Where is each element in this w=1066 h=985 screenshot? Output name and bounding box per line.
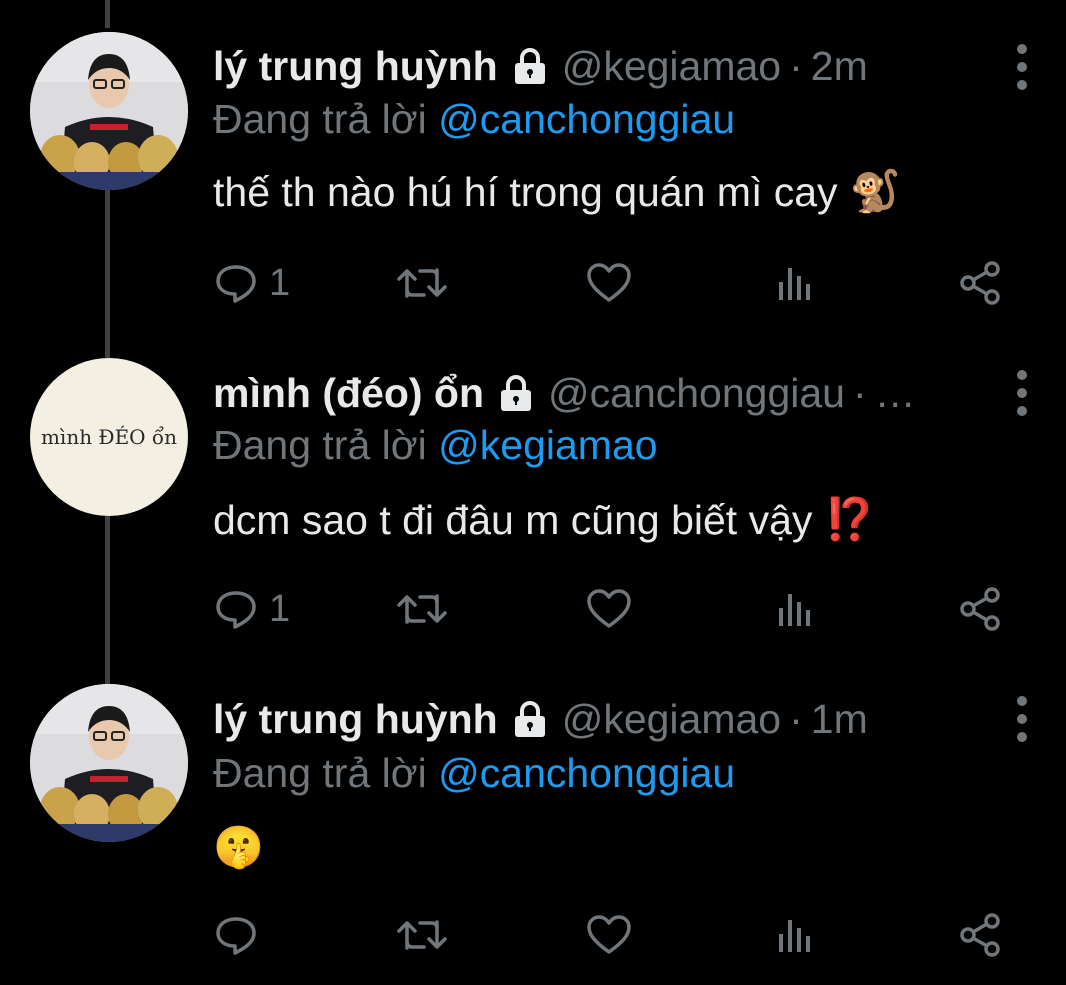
tweet-3[interactable]: lý trung huỳnh @kegiamao · 1m Đang trả l… (0, 660, 1066, 985)
tweet-text: 🤫 (213, 820, 264, 876)
tweet-2[interactable]: mình ĐÉO ổn mình (đéo) ổn @canchonggiau … (0, 330, 1066, 660)
reply-mention-link[interactable]: @canchonggiau (438, 96, 735, 142)
monkey-emoji: 🐒 (849, 168, 901, 214)
replying-to-label: Đang trả lời (213, 422, 427, 468)
tweet-text-content: dcm sao t đi đâu m cũng biết vậy (213, 496, 813, 543)
heart-icon (585, 586, 633, 632)
analytics-icon (775, 912, 815, 958)
retweet-icon (396, 260, 448, 306)
tweet-text: thế th nào hú hí trong quán mì cay 🐒 (213, 164, 901, 220)
tweet-header: mình (đéo) ổn @canchonggiau · … (213, 365, 986, 421)
analytics-button[interactable] (775, 258, 815, 308)
separator-dot: · (852, 369, 867, 416)
display-name[interactable]: lý trung huỳnh (213, 43, 498, 90)
reply-icon (213, 912, 259, 958)
separator-dot: · (789, 695, 803, 742)
heart-icon (585, 260, 633, 306)
analytics-button[interactable] (775, 910, 815, 960)
share-icon (958, 260, 1004, 306)
retweet-icon (396, 586, 448, 632)
replying-to-label: Đang trả lời (213, 750, 427, 796)
timestamp[interactable]: … (875, 370, 916, 417)
retweet-button[interactable] (396, 258, 448, 308)
display-name[interactable]: lý trung huỳnh (213, 696, 498, 743)
timestamp[interactable]: 2m (811, 43, 868, 90)
retweet-button[interactable] (396, 584, 448, 634)
more-vertical-icon[interactable] (1016, 370, 1028, 416)
lock-icon (510, 46, 550, 86)
reply-icon (213, 260, 259, 306)
like-button[interactable] (585, 258, 633, 308)
reply-button[interactable]: 1 (213, 584, 290, 634)
reply-mention-link[interactable]: @kegiamao (438, 422, 657, 468)
action-bar (213, 910, 1013, 960)
handle[interactable]: @canchonggiau (548, 370, 845, 417)
exclamation-question-emoji: ⁉️ (824, 496, 876, 542)
avatar[interactable] (30, 32, 188, 190)
like-button[interactable] (585, 910, 633, 960)
reply-count: 1 (269, 261, 291, 304)
like-button[interactable] (585, 584, 633, 634)
tweet-1[interactable]: lý trung huỳnh @kegiamao · 2m Đang trả l… (0, 0, 1066, 330)
timestamp[interactable]: 1m (811, 696, 868, 743)
handle[interactable]: @kegiamao (562, 696, 781, 743)
share-button[interactable] (958, 910, 1004, 960)
lock-icon (510, 699, 550, 739)
analytics-button[interactable] (775, 584, 815, 634)
more-vertical-icon[interactable] (1016, 696, 1028, 742)
replying-to: Đang trả lời @canchonggiau (213, 750, 735, 800)
share-button[interactable] (958, 584, 1004, 634)
replying-to: Đang trả lời @kegiamao (213, 422, 658, 472)
tweet-header: lý trung huỳnh @kegiamao · 2m (213, 38, 986, 94)
shushing-face-emoji: 🤫 (213, 824, 265, 870)
lock-icon (496, 373, 536, 413)
display-name[interactable]: mình (đéo) ổn (213, 370, 484, 417)
action-bar: 1 (213, 258, 1013, 308)
tweet-text-content: thế th nào hú hí trong quán mì cay (213, 168, 838, 215)
avatar-text: mình ĐÉO ổn (40, 425, 178, 449)
more-vertical-icon[interactable] (1016, 44, 1028, 90)
analytics-icon (775, 586, 815, 632)
heart-icon (585, 912, 633, 958)
avatar-photo (30, 684, 188, 842)
retweet-button[interactable] (396, 910, 448, 960)
reply-count: 1 (269, 587, 291, 630)
reply-button[interactable] (213, 910, 269, 960)
tweet-text: dcm sao t đi đâu m cũng biết vậy ⁉️ (213, 492, 875, 548)
analytics-icon (775, 260, 815, 306)
avatar[interactable] (30, 684, 188, 842)
avatar-photo (30, 32, 188, 190)
replying-to-label: Đang trả lời (213, 96, 427, 142)
reply-icon (213, 586, 259, 632)
avatar[interactable]: mình ĐÉO ổn (30, 358, 188, 516)
reply-button[interactable]: 1 (213, 258, 290, 308)
share-icon (958, 586, 1004, 632)
share-icon (958, 912, 1004, 958)
action-bar: 1 (213, 584, 1013, 634)
handle[interactable]: @kegiamao (562, 43, 781, 90)
replying-to: Đang trả lời @canchonggiau (213, 96, 735, 146)
tweet-header: lý trung huỳnh @kegiamao · 1m (213, 691, 986, 747)
retweet-icon (396, 912, 448, 958)
share-button[interactable] (958, 258, 1004, 308)
reply-mention-link[interactable]: @canchonggiau (438, 750, 735, 796)
separator-dot: · (789, 42, 803, 89)
